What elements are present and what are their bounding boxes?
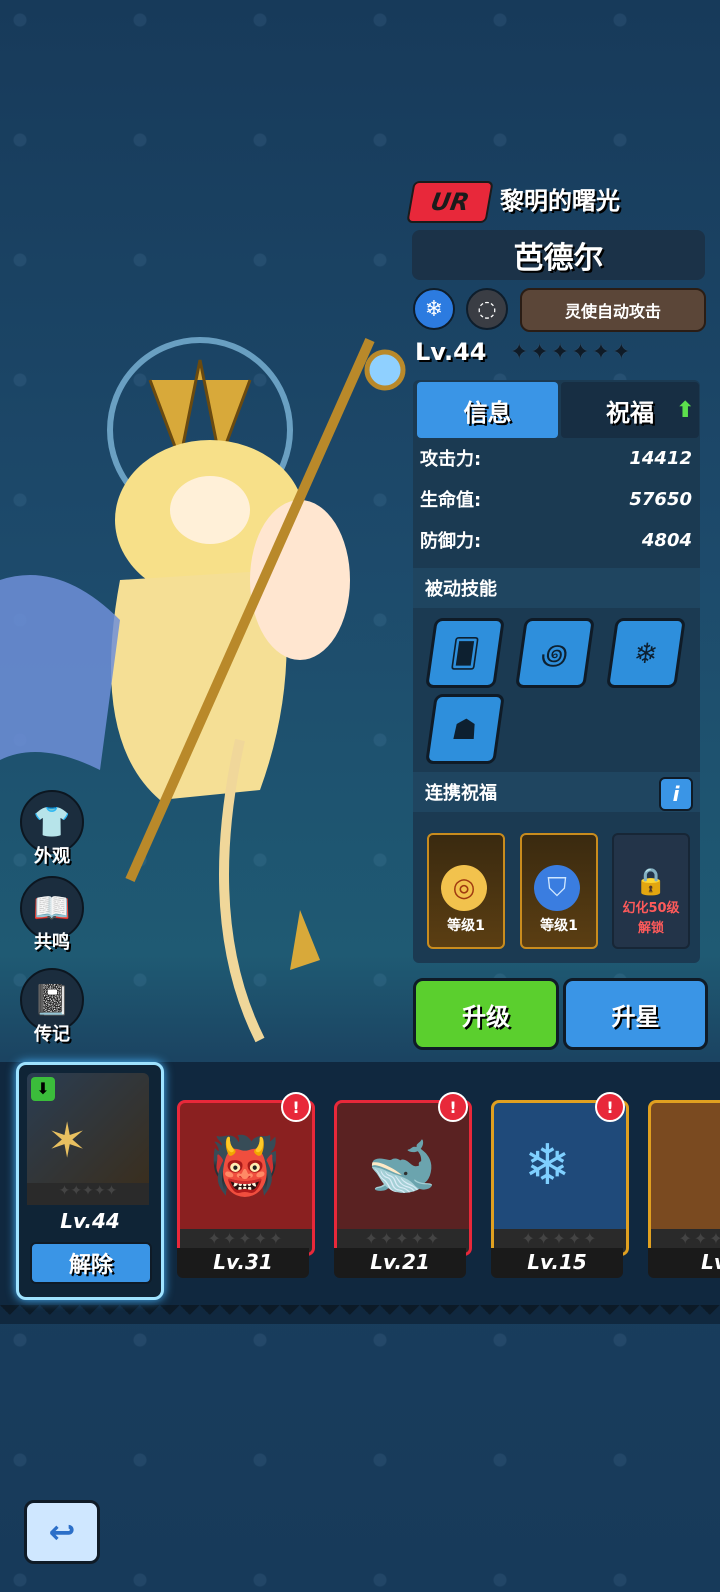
creature-icon: 🐋 [367, 1134, 437, 1199]
target-icon: ◎ [441, 865, 487, 911]
stat-value: 57650 [629, 488, 692, 510]
pet-level: Lv.31 [177, 1248, 309, 1278]
stat-label: 防御力: [420, 531, 482, 552]
link-blessing-header: 连携祝福 [413, 772, 700, 812]
upgrade-arrow-icon: ⬆ [676, 398, 695, 423]
stat-value: 14412 [629, 447, 692, 469]
side-item-biography[interactable]: 📓 传记 [20, 968, 84, 1046]
tab-info[interactable]: 信息 [417, 382, 558, 438]
character-level: Lv.44 [415, 338, 487, 366]
stat-row: 生命值: 57650 [420, 479, 692, 519]
side-item-label: 传记 [34, 1024, 70, 1045]
link-card[interactable]: ◎ 等级1 [427, 833, 505, 949]
snowflake-icon[interactable]: ❄ [413, 288, 455, 330]
alert-badge: ! [281, 1092, 311, 1122]
pet-level: Lv.15 [491, 1248, 623, 1278]
auto-control-icon[interactable]: ◌ [466, 288, 508, 330]
side-item-appearance[interactable]: 👕 外观 [20, 790, 84, 868]
link-card-caption: 等级1 [540, 918, 578, 934]
link-card[interactable]: ⛉ 等级1 [520, 833, 598, 949]
demon-icon: 👹 [210, 1134, 280, 1199]
alert-badge: ! [595, 1092, 625, 1122]
stat-label: 攻击力: [420, 449, 482, 470]
lock-icon: 🔒 [634, 867, 668, 897]
pet-card[interactable]: ❄ ✦✦✦✦✦ ! Lv.15 [491, 1092, 629, 1280]
pet-card[interactable]: ✦✦✦✦✦ Lv [648, 1100, 720, 1280]
stat-row: 攻击力: 14412 [420, 438, 692, 478]
pet-level: Lv.21 [334, 1248, 466, 1278]
passive-skills-header: 被动技能 [413, 568, 700, 608]
ice-beast-icon: ❄ [524, 1133, 571, 1198]
rarity-badge: UR [406, 181, 494, 223]
cloak-skill-icon[interactable]: ☗ [425, 694, 505, 764]
character-title: 黎明的曙光 [500, 187, 620, 215]
pet-stars: ✦✦✦✦✦ [27, 1183, 149, 1205]
pet-level: Lv [648, 1248, 720, 1278]
crest-icon: ✶ [47, 1113, 88, 1169]
back-arrow-icon: ↩ [48, 1513, 76, 1551]
auto-attack-button[interactable]: 灵使自动攻击 [520, 288, 706, 332]
snowflake-skill-icon[interactable]: ❄ [606, 618, 686, 688]
strip-edge [0, 1305, 720, 1325]
pet-level: Lv.44 [60, 1209, 120, 1233]
pet-card[interactable]: 🐋 ✦✦✦✦✦ ! Lv.21 [334, 1092, 472, 1280]
side-item-resonance[interactable]: 📖 共鸣 [20, 876, 84, 954]
lock-requirement: 幻化50级 [622, 901, 680, 916]
side-item-label: 共鸣 [34, 932, 70, 953]
link-card-caption: 等级1 [447, 918, 485, 934]
side-item-label: 外观 [34, 846, 70, 867]
stat-label: 生命值: [420, 490, 482, 511]
character-name: 芭德尔 [412, 230, 705, 280]
lock-unlock-label: 解锁 [637, 921, 664, 936]
remove-button[interactable]: 解除 [30, 1242, 152, 1284]
spiral-skill-icon[interactable]: ꩜ [515, 618, 595, 688]
equipped-icon: ⬇ [31, 1077, 55, 1101]
star-rating: ✦✦✦✦✦✦ [510, 340, 633, 365]
pet-card[interactable]: 👹 ✦✦✦✦✦ ! Lv.31 [177, 1092, 315, 1280]
stat-value: 4804 [641, 529, 692, 551]
star-up-button[interactable]: 升星 [563, 978, 708, 1050]
cards-skill-icon[interactable]: 🂠 [425, 618, 505, 688]
shield-icon: ⛉ [534, 865, 580, 911]
alert-badge: ! [438, 1092, 468, 1122]
stat-row: 防御力: 4804 [420, 520, 692, 560]
info-icon[interactable]: i [659, 777, 693, 811]
locked-link-card[interactable]: 🔒 幻化50级 解锁 [612, 833, 690, 949]
upgrade-button[interactable]: 升级 [413, 978, 559, 1050]
back-button[interactable]: ↩ [24, 1500, 100, 1564]
